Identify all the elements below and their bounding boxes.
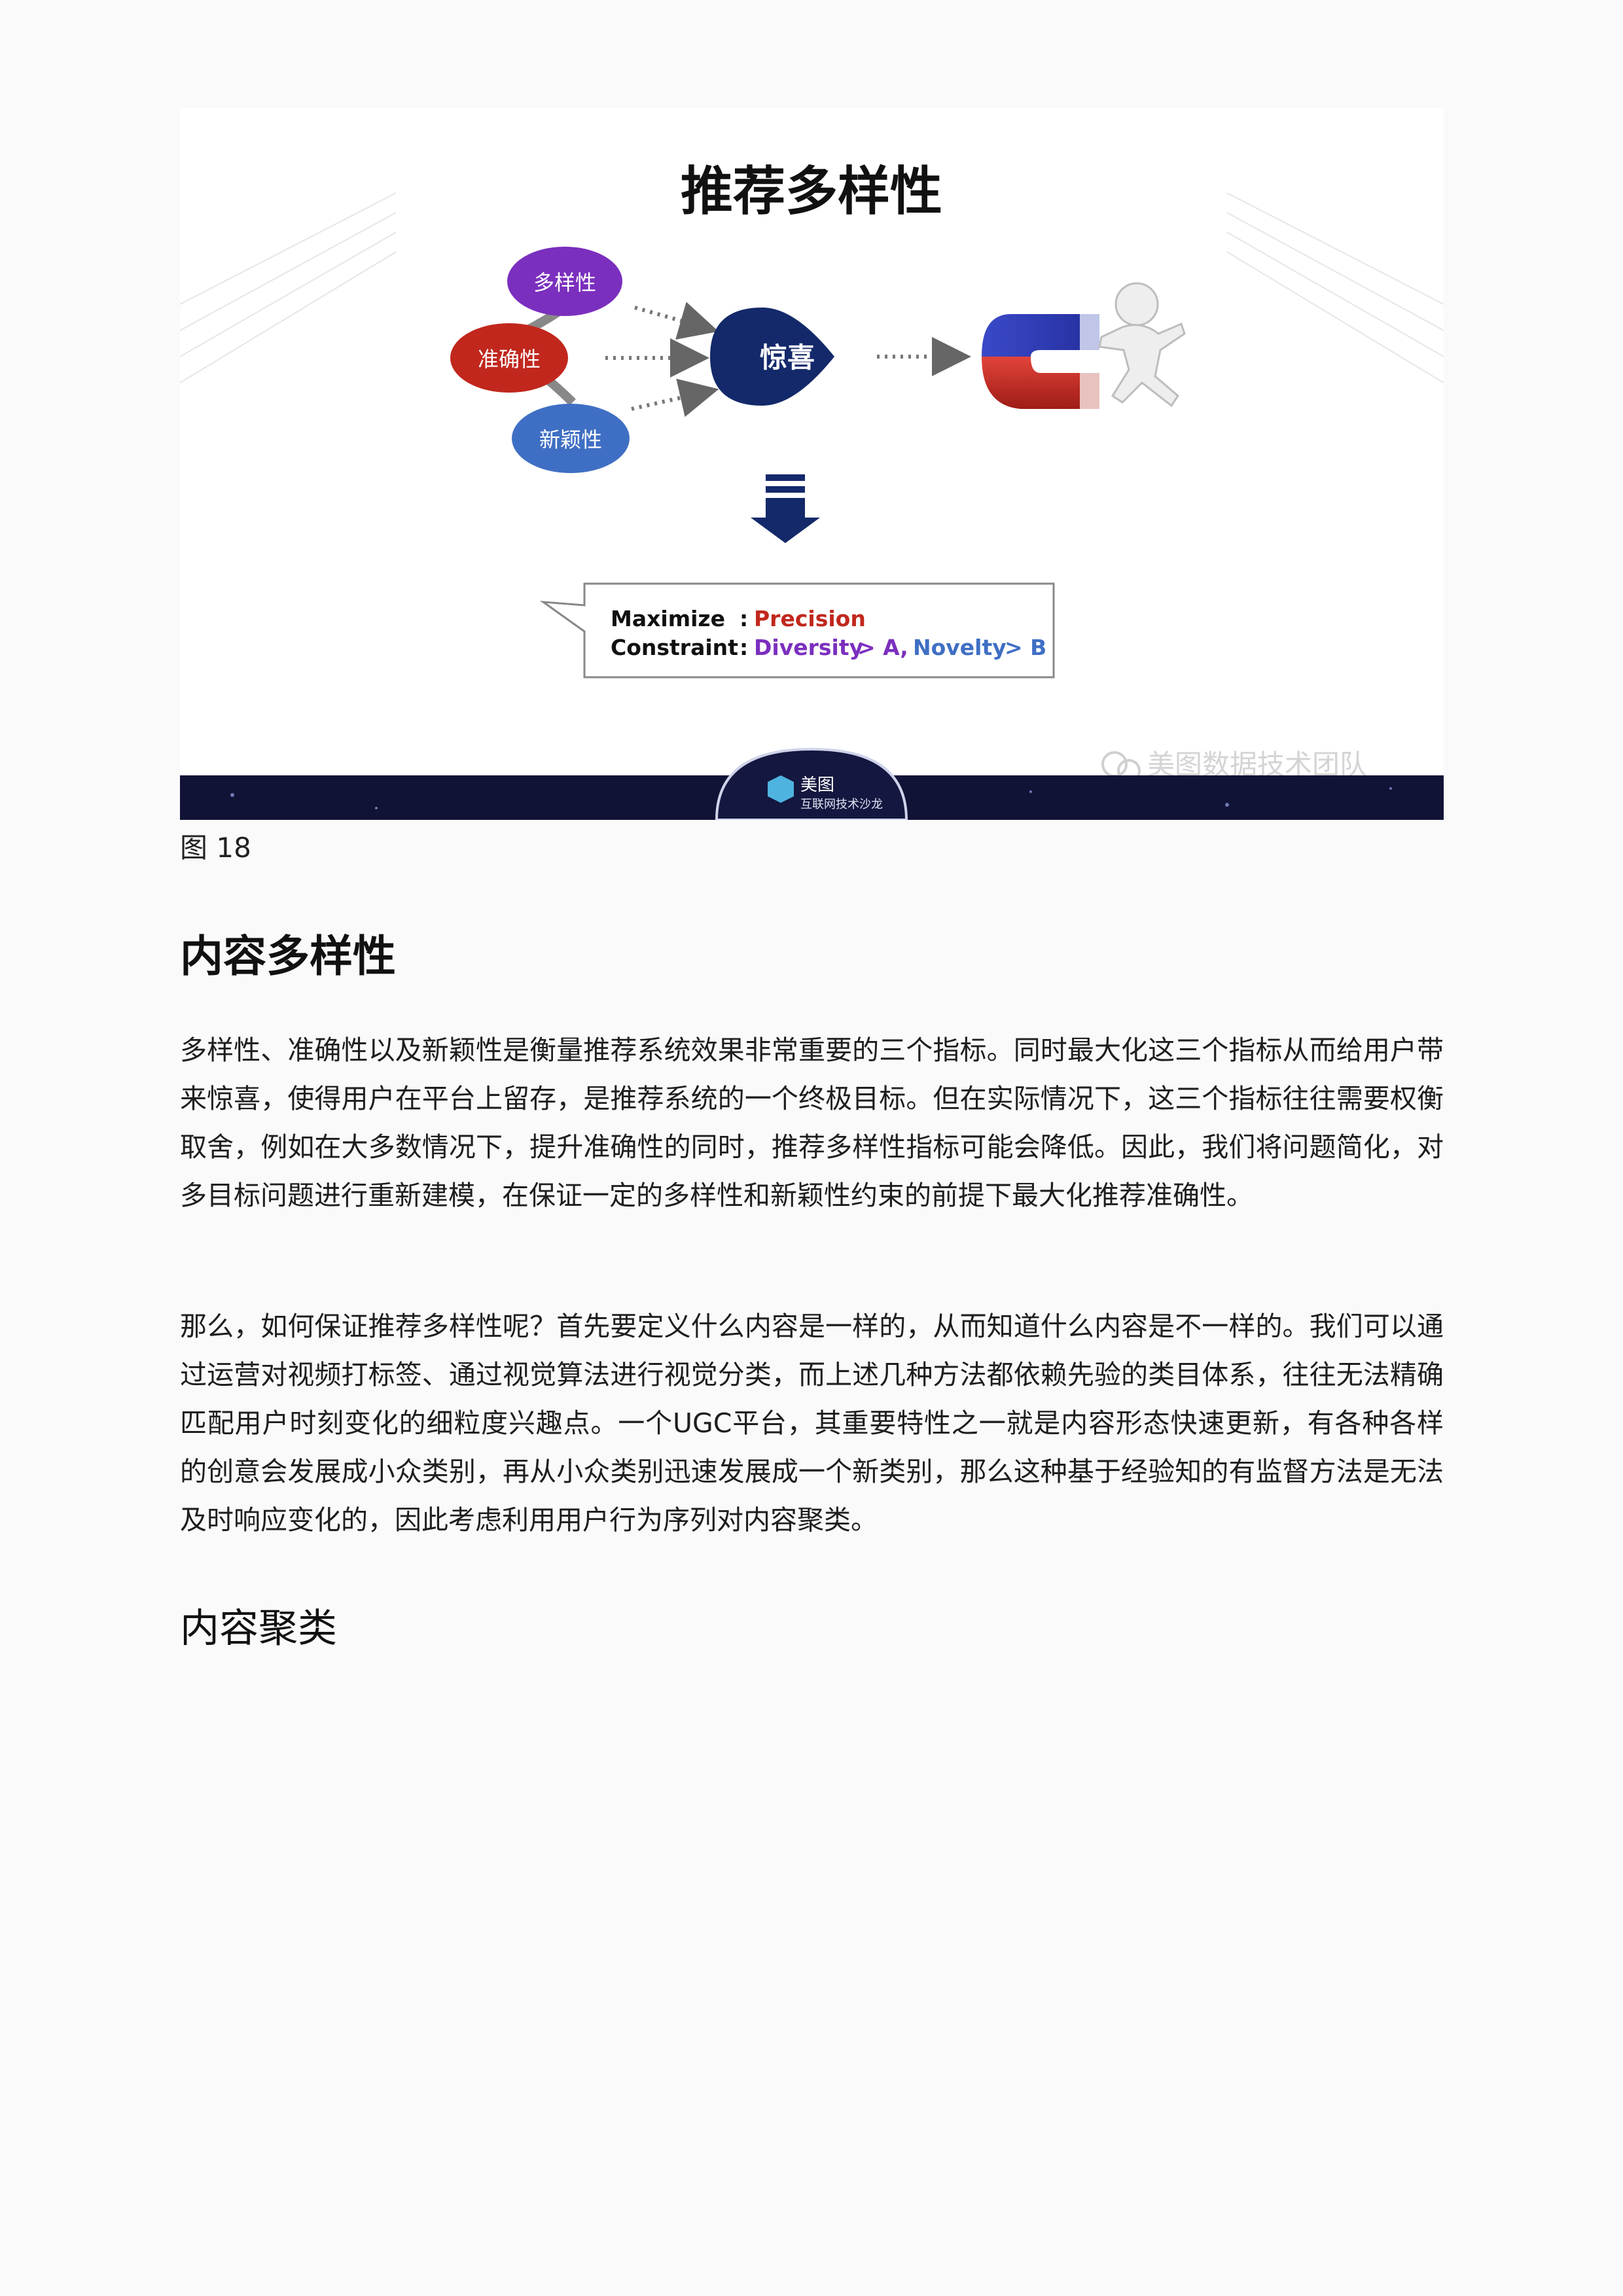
constraint-colon: :: [740, 635, 748, 660]
down-arrow-icon: [751, 474, 820, 543]
section-title: 内容多样性: [180, 931, 396, 981]
subsection-title: 内容聚类: [180, 1606, 337, 1651]
white-figure-icon: [1098, 282, 1186, 408]
diversity-text: Diversity: [754, 635, 863, 660]
figure-caption: 图 18: [180, 832, 251, 864]
novelty-gt-b: > B: [1005, 635, 1046, 660]
svg-text::: :: [740, 606, 748, 631]
diversity-gt-a: > A,: [857, 635, 908, 660]
bubble-diversity: 多样性: [507, 247, 622, 316]
badge-line1: 美图: [800, 775, 834, 795]
paragraph-1: 多样性、准确性以及新颖性是衡量推荐系统效果非常重要的三个指标。同时最大化这三个指…: [180, 1034, 1444, 1211]
bubble-novelty: 新颖性: [512, 404, 630, 473]
svg-text:> A,: > A,: [857, 635, 908, 660]
bubble-surprise: 惊喜: [710, 308, 834, 406]
svg-text:> B: > B: [1005, 635, 1046, 660]
svg-text:Diversity: Diversity: [754, 635, 863, 660]
magnet-icon: [982, 314, 1099, 409]
slide-svg: 推荐多样性 多样性 准确性 新颖性 惊喜 Maximize: Precisio…: [180, 161, 1444, 820]
bubble-accuracy-label: 准确性: [478, 347, 541, 372]
svg-text:Maximize: Maximize: [611, 606, 725, 631]
maximize-label: Maximize: [611, 606, 725, 631]
dotted-arrows: [605, 302, 719, 417]
bubble-accuracy: 准确性: [450, 323, 568, 393]
constraint-label: Constraint: [611, 635, 738, 660]
slide-figure: 推荐多样性 多样性 准确性 新颖性 惊喜 Maximize: Precisio…: [180, 108, 1444, 820]
bubble-surprise-label: 惊喜: [760, 342, 815, 374]
svg-text::: :: [740, 635, 748, 660]
formula-box: Maximize : Precision Constraint : Divers…: [539, 582, 1055, 679]
precision-text: Precision: [754, 606, 866, 631]
svg-text:Precision: Precision: [754, 606, 866, 631]
slide-title: 推荐多样性: [681, 161, 942, 222]
bubble-novelty-label: 新颖性: [539, 427, 602, 452]
badge-line2: 互联网技术沙龙: [800, 798, 883, 811]
paragraph-2: 那么，如何保证推荐多样性呢？首先要定义什么内容是一样的，从而知道什么内容是不一样…: [180, 1311, 1444, 1536]
svg-text:Constraint: Constraint: [611, 635, 738, 660]
novelty-text: Novelty: [913, 635, 1007, 660]
svg-text:Novelty: Novelty: [913, 635, 1007, 660]
maximize-colon: :: [740, 606, 748, 631]
bubble-diversity-label: 多样性: [533, 270, 596, 295]
